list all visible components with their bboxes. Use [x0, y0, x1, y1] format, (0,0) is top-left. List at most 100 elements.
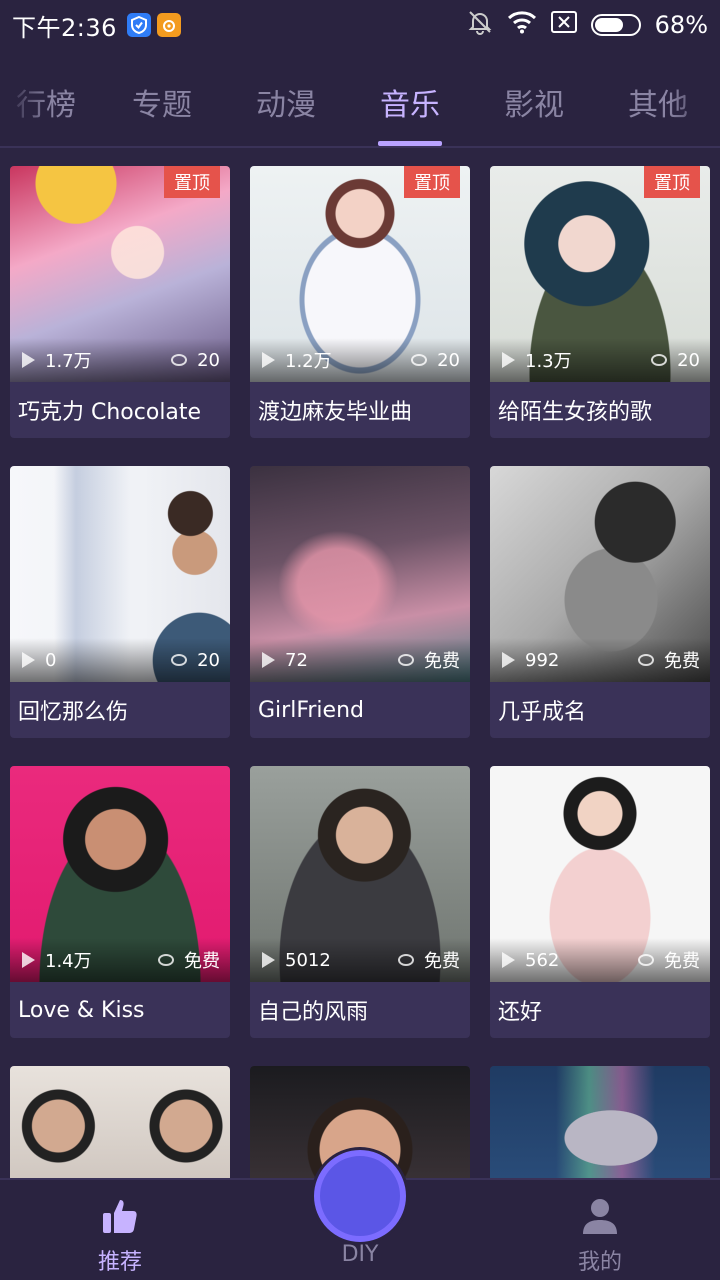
play-count: 992 [525, 649, 560, 671]
tab-film[interactable]: 影视 [474, 80, 594, 124]
coin-icon [411, 354, 428, 366]
cover-image [10, 1066, 230, 1186]
battery-percent: 68% [654, 11, 708, 39]
price: 免费 [664, 651, 700, 672]
music-card[interactable]: 0 20 回忆那么伤 [10, 466, 230, 738]
music-card[interactable] [490, 1066, 710, 1186]
diy-button[interactable] [314, 1150, 406, 1242]
music-card[interactable] [10, 1066, 230, 1186]
card-stats: 1.4万 免费 [10, 938, 230, 982]
music-grid: 置顶 1.7万 20 巧克力 Chocolate 置顶 1.2万 20 渡边麻友… [10, 166, 710, 1186]
coin-icon [651, 354, 668, 366]
play-count: 0 [45, 649, 57, 671]
price: 免费 [424, 951, 460, 972]
price: 免费 [184, 951, 220, 972]
cover-image: 5012 免费 [250, 766, 470, 982]
nav-recommend-label: 推荐 [97, 1250, 142, 1275]
card-title: GirlFriend [258, 697, 364, 723]
play-count-icon [502, 652, 515, 668]
nav-mine[interactable]: 我的 [540, 1194, 660, 1276]
battery-icon [590, 14, 641, 36]
pinned-badge: 置顶 [164, 166, 220, 198]
price: 20 [197, 349, 220, 371]
play-count-icon [22, 952, 35, 968]
play-count: 5012 [285, 949, 331, 971]
play-count-icon [262, 652, 275, 668]
cover-image: 置顶 1.3万 20 [490, 166, 710, 382]
music-card[interactable]: 562 免费 还好 [490, 766, 710, 1038]
play-count-icon [502, 952, 515, 968]
play-count-icon [262, 352, 275, 368]
coin-icon [398, 954, 414, 966]
play-count: 1.2万 [285, 351, 332, 372]
music-card[interactable]: 72 免费 GirlFriend [250, 466, 470, 738]
play-count: 1.3万 [525, 351, 572, 372]
no-sim-icon [550, 11, 577, 39]
tab-topics[interactable]: 专题 [102, 80, 222, 124]
cover-image: 72 免费 [250, 466, 470, 682]
tab-anime[interactable]: 动漫 [226, 80, 346, 124]
cover-image: 1.4万 免费 [10, 766, 230, 982]
music-card[interactable]: 1.4万 免费 Love & Kiss [10, 766, 230, 1038]
coin-icon [398, 654, 414, 666]
music-card[interactable]: 置顶 1.2万 20 渡边麻友毕业曲 [250, 166, 470, 438]
price: 免费 [664, 951, 700, 972]
category-tabs: 行榜 专题 动漫 音乐 影视 其他 [0, 50, 720, 148]
card-stats: 992 免费 [490, 638, 710, 682]
price: 20 [437, 349, 460, 371]
cover-image [490, 1066, 710, 1186]
cover-image: 992 免费 [490, 466, 710, 682]
card-stats: 1.2万 20 [250, 338, 470, 382]
user-icon [540, 1194, 660, 1238]
nav-mine-label: 我的 [577, 1250, 622, 1275]
play-count-icon [22, 352, 35, 368]
tab-fade-left [0, 50, 50, 146]
tab-fade-right [670, 50, 720, 146]
tab-music[interactable]: 音乐 [350, 80, 470, 124]
price: 免费 [424, 651, 460, 672]
pinned-badge: 置顶 [404, 166, 460, 198]
card-title: 回忆那么伤 [18, 700, 129, 725]
card-title: 自己的风雨 [258, 1000, 369, 1025]
card-title: 还好 [498, 1000, 543, 1025]
nav-recommend[interactable]: 推荐 [60, 1194, 180, 1276]
shield-app-icon [126, 13, 151, 37]
thumbs-up-icon [60, 1194, 180, 1238]
card-stats: 72 免费 [250, 638, 470, 682]
uc-app-icon [156, 13, 181, 37]
play-count: 562 [525, 949, 560, 971]
card-stats: 1.3万 20 [490, 338, 710, 382]
music-card[interactable]: 992 免费 几乎成名 [490, 466, 710, 738]
play-count: 72 [285, 649, 308, 671]
coin-icon [638, 954, 654, 966]
play-count-icon [22, 652, 35, 668]
status-time: 下午2:36 [12, 13, 117, 42]
play-count: 1.7万 [45, 351, 92, 372]
play-count: 1.4万 [45, 951, 92, 972]
tab-indicator [378, 141, 442, 146]
cover-image: 0 20 [10, 466, 230, 682]
wifi-icon [507, 10, 537, 40]
cover-image: 562 免费 [490, 766, 710, 982]
pinned-badge: 置顶 [644, 166, 700, 198]
card-stats: 0 20 [10, 638, 230, 682]
card-title: Love & Kiss [18, 997, 145, 1023]
card-title: 巧克力 Chocolate [18, 400, 202, 425]
card-stats: 1.7万 20 [10, 338, 230, 382]
card-stats: 5012 免费 [250, 938, 470, 982]
card-title: 给陌生女孩的歌 [498, 400, 653, 425]
music-card[interactable]: 置顶 1.7万 20 巧克力 Chocolate [10, 166, 230, 438]
status-bar: 下午2:36 68% [0, 0, 720, 50]
cover-image: 置顶 1.2万 20 [250, 166, 470, 382]
coin-icon [171, 654, 188, 666]
music-card[interactable]: 置顶 1.3万 20 给陌生女孩的歌 [490, 166, 710, 438]
mute-bell-icon [467, 9, 493, 41]
play-count-icon [502, 352, 515, 368]
coin-icon [171, 354, 188, 366]
price: 20 [677, 349, 700, 371]
music-card[interactable]: 5012 免费 自己的风雨 [250, 766, 470, 1038]
coin-icon [638, 654, 654, 666]
diy-label: DIY [341, 1242, 379, 1267]
card-title: 几乎成名 [498, 700, 587, 725]
price: 20 [197, 649, 220, 671]
